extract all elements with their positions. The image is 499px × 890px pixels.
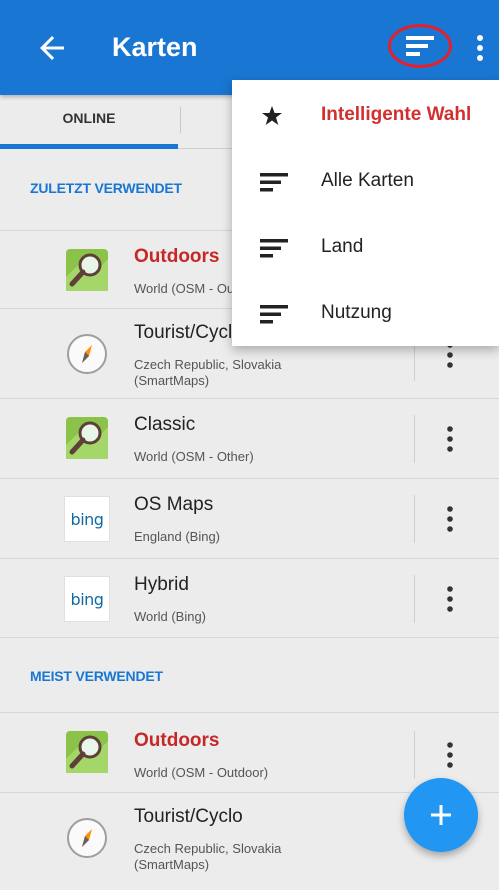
overflow-menu-button[interactable] — [468, 30, 492, 66]
compass-icon — [67, 818, 107, 858]
more-vertical-icon[interactable] — [438, 737, 462, 773]
map-list-item[interactable]: Outdoors World (OSM - Outdoor) — [0, 712, 499, 792]
sort-option-label: Alle Karten — [321, 170, 414, 191]
tab-online[interactable]: ONLINE — [0, 95, 178, 149]
more-vertical-icon — [477, 35, 483, 61]
row-divider — [414, 495, 415, 543]
sort-lines-icon — [260, 305, 288, 324]
row-divider — [414, 731, 415, 779]
compass-icon — [67, 334, 107, 374]
section-header-most-used: MEIST VERWENDET — [30, 668, 163, 684]
bing-logo-icon: bing — [64, 496, 110, 542]
sort-lines-icon — [260, 239, 288, 258]
map-subtitle: World (Bing) — [134, 609, 207, 624]
tab-divider — [180, 107, 181, 133]
map-name: Outdoors — [134, 246, 220, 267]
sort-lines-icon — [260, 173, 288, 192]
magnifier-map-icon — [66, 249, 108, 291]
tab-indicator — [0, 144, 178, 149]
map-name: Classic — [134, 414, 196, 435]
map-subtitle-line2: (SmartMaps) — [134, 373, 210, 388]
map-subtitle: World (OSM - Outdoor) — [134, 765, 269, 780]
bing-logo-icon: bing — [64, 576, 110, 622]
map-name: Tourist/Cyclo — [134, 806, 243, 827]
sort-lines-icon — [406, 36, 434, 56]
row-divider — [414, 415, 415, 463]
map-subtitle-line2: (SmartMaps) — [134, 857, 210, 872]
sort-option-label: Intelligente Wahl — [321, 104, 472, 125]
sort-option-all-maps[interactable]: Alle Karten — [232, 148, 499, 214]
map-list-item[interactable]: bing OS Maps England (Bing) — [0, 478, 499, 558]
page-title: Karten — [112, 32, 198, 62]
map-name: Tourist/Cyclo — [134, 322, 243, 343]
star-icon — [262, 106, 282, 125]
sort-option-country[interactable]: Land — [232, 214, 499, 280]
map-subtitle: England (Bing) — [134, 529, 220, 544]
add-map-button[interactable] — [404, 778, 478, 852]
plus-icon — [431, 805, 451, 825]
back-button[interactable] — [34, 30, 70, 66]
sort-menu: Intelligente Wahl Alle Karten Land Nutzu… — [232, 80, 499, 346]
sort-option-smart[interactable]: Intelligente Wahl — [232, 82, 499, 148]
arrow-left-icon — [40, 36, 64, 60]
magnifier-map-icon — [66, 731, 108, 773]
map-subtitle: World (OSM - Other) — [134, 449, 254, 464]
sort-option-label: Nutzung — [321, 302, 392, 323]
more-vertical-icon[interactable] — [438, 421, 462, 457]
map-name: Hybrid — [134, 574, 189, 595]
row-divider — [414, 575, 415, 623]
magnifier-map-icon — [66, 417, 108, 459]
map-subtitle: Czech Republic, Slovakia — [134, 841, 282, 856]
sort-option-usage[interactable]: Nutzung — [232, 280, 499, 346]
sort-button[interactable] — [388, 24, 452, 68]
map-subtitle: Czech Republic, Slovakia — [134, 357, 282, 372]
more-vertical-icon[interactable] — [438, 501, 462, 537]
map-list-item[interactable]: bing Hybrid World (Bing) — [0, 558, 499, 638]
sort-option-label: Land — [321, 236, 364, 257]
map-name: Outdoors — [134, 730, 220, 751]
tab-online-label: ONLINE — [62, 110, 116, 126]
more-vertical-icon[interactable] — [438, 581, 462, 617]
map-name: OS Maps — [134, 494, 214, 515]
map-list-item[interactable]: Classic World (OSM - Other) — [0, 398, 499, 478]
